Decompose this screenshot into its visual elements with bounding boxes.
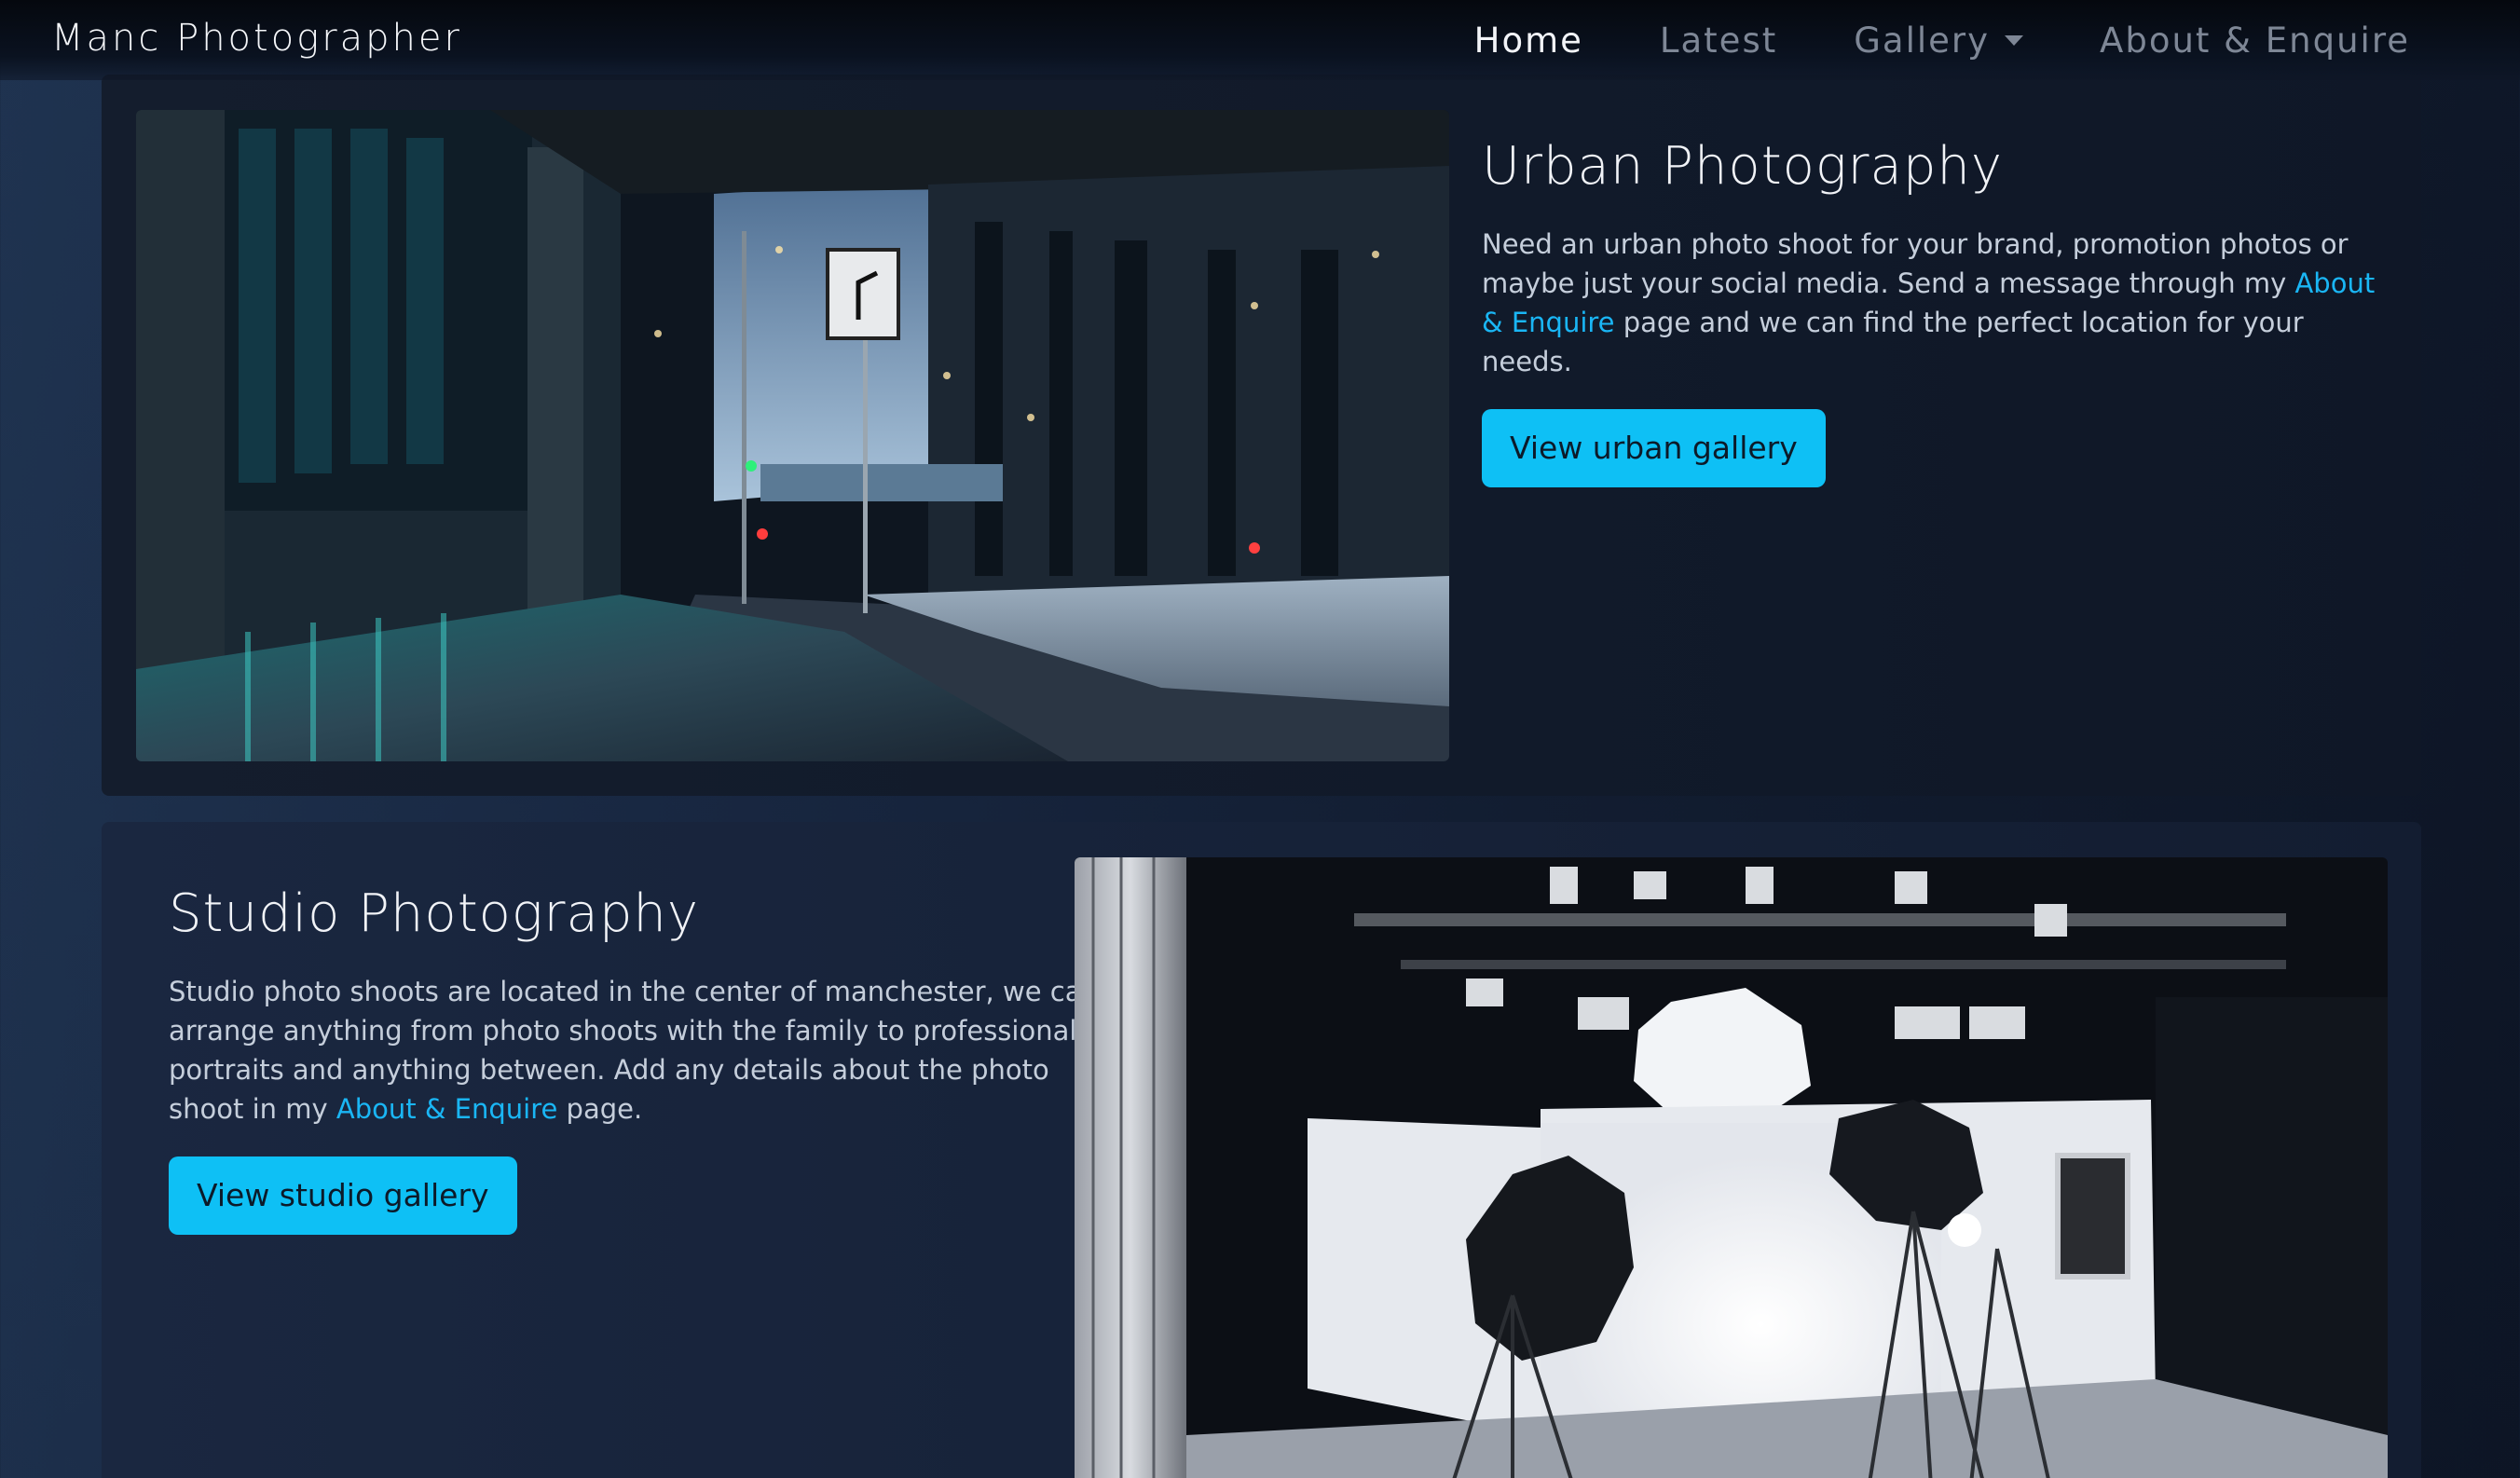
nav-home[interactable]: Home (1474, 21, 1583, 61)
nav-about-enquire[interactable]: About & Enquire (2100, 21, 2410, 61)
caret-down-icon (2005, 35, 2024, 46)
view-urban-gallery-button[interactable]: View urban gallery (1482, 409, 1826, 487)
studio-text-block: Studio Photography Studio photo shoots a… (169, 883, 1101, 1235)
view-studio-gallery-button[interactable]: View studio gallery (169, 1156, 517, 1235)
urban-description: Need an urban photo shoot for your brand… (1482, 225, 2376, 381)
studio-photo (1075, 857, 2388, 1478)
urban-photo (136, 110, 1449, 761)
nav-home-label: Home (1473, 21, 1583, 61)
site-brand[interactable]: Manc Photographer (51, 17, 462, 60)
nav-links: Home Latest Gallery About & Enquire (1398, 21, 2410, 61)
studio-about-link[interactable]: About & Enquire (336, 1093, 557, 1125)
nav-gallery-label: Gallery (1854, 21, 1991, 61)
urban-card: Urban Photography Need an urban photo sh… (102, 75, 2421, 796)
nav-latest-label: Latest (1659, 21, 1778, 61)
urban-text-before: Need an urban photo shoot for your brand… (1482, 228, 2349, 299)
studio-card: Studio Photography Studio photo shoots a… (102, 822, 2421, 1478)
studio-description: Studio photo shoots are located in the c… (169, 972, 1101, 1129)
studio-text-after: page. (557, 1093, 643, 1125)
nav-about-label: About & Enquire (2100, 21, 2410, 61)
nav-gallery-dropdown[interactable]: Gallery (1854, 21, 2024, 61)
navbar: Manc Photographer Home Latest Gallery Ab… (0, 0, 2520, 80)
urban-title: Urban Photography (1482, 136, 2004, 197)
studio-title: Studio Photography (169, 883, 700, 944)
nav-latest[interactable]: Latest (1660, 21, 1777, 61)
urban-text-block: Urban Photography Need an urban photo sh… (1482, 136, 2376, 487)
